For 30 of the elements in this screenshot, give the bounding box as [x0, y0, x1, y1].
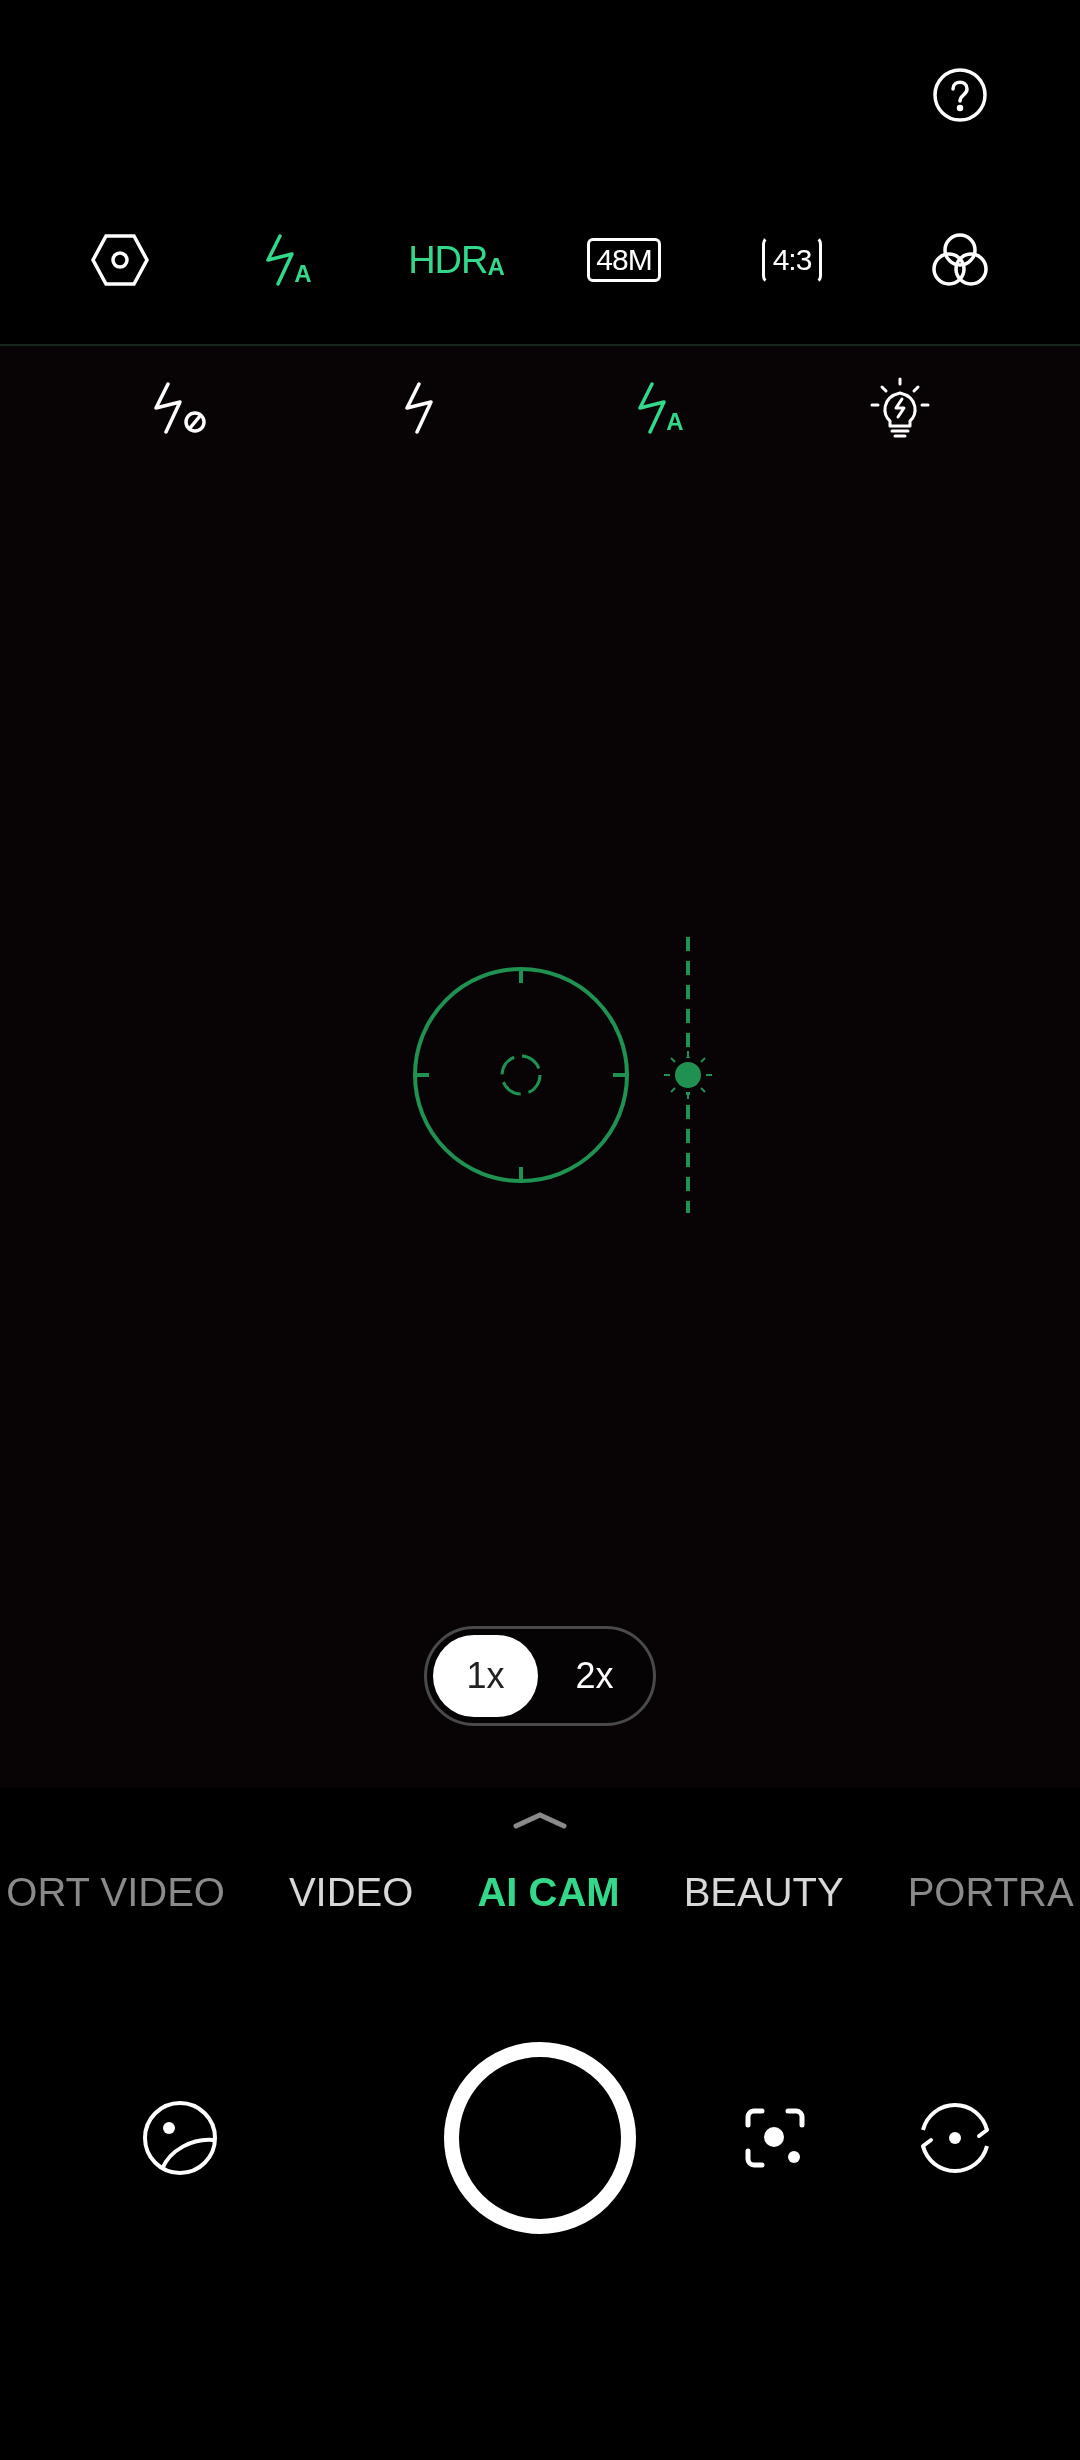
hexagon-icon [90, 233, 150, 287]
resolution-button[interactable]: 48M [587, 238, 661, 282]
three-circles-icon [930, 231, 990, 289]
chevron-up-icon [512, 1810, 568, 1830]
filters-button[interactable] [930, 231, 990, 289]
mode-tab[interactable]: ORT VIDEO [6, 1870, 225, 1915]
help-button[interactable] [932, 67, 988, 123]
gallery-button[interactable] [142, 2100, 218, 2176]
gallery-icon [142, 2100, 218, 2176]
mode-tab[interactable]: PORTRA [907, 1870, 1074, 1915]
mode-tab[interactable]: BEAUTY [683, 1870, 844, 1915]
aspect-ratio-button[interactable]: 4:3 [761, 236, 823, 284]
hdr-button[interactable]: HDR$_{A}$ [408, 238, 504, 282]
zoom-button[interactable]: 1x [433, 1635, 538, 1717]
help-icon [932, 67, 988, 123]
sun-icon[interactable] [663, 1050, 713, 1100]
flash-off-button[interactable] [152, 382, 208, 434]
lightbulb-icon [868, 377, 932, 439]
flash-auto-button[interactable]: A [264, 234, 312, 286]
mode-tab[interactable]: AI CAM [477, 1870, 620, 1915]
mode-tab[interactable]: VIDEO [288, 1870, 414, 1915]
exposure-slider[interactable] [663, 937, 713, 1213]
focus-frame-icon [744, 2107, 806, 2169]
zoom-button[interactable]: 2x [542, 1635, 647, 1717]
flash-off-icon [152, 382, 208, 434]
lens-button[interactable] [744, 2107, 806, 2169]
flash-auto-button[interactable]: A [636, 382, 684, 434]
shutter-button[interactable] [444, 2042, 636, 2234]
torch-button[interactable] [868, 377, 932, 439]
settings-button[interactable] [90, 233, 150, 287]
